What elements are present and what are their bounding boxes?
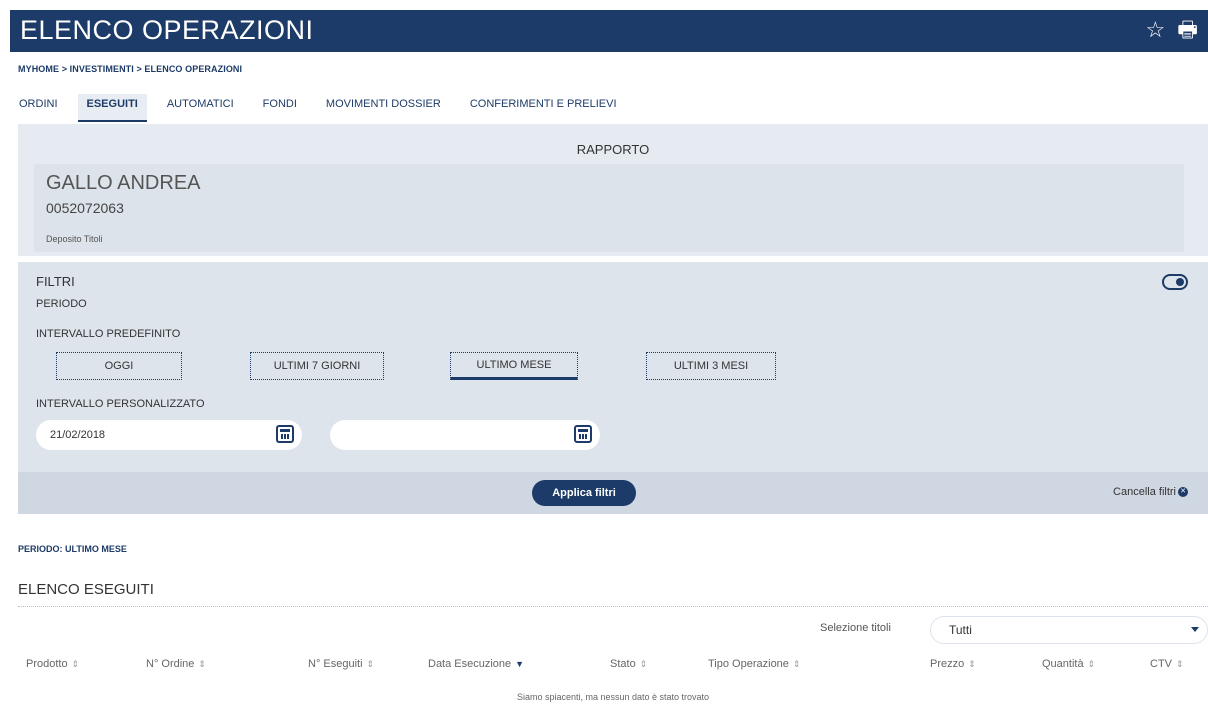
date-from-field[interactable]: 21/02/2018 [36, 420, 302, 450]
filters-title: FILTRI [36, 274, 75, 289]
tab-eseguiti[interactable]: ESEGUITI [77, 94, 147, 122]
chip-ultimi-3-mesi[interactable]: ULTIMI 3 MESI [646, 352, 776, 380]
chip-ultimo-mese[interactable]: ULTIMO MESE [450, 352, 578, 380]
apply-filters-button[interactable]: Applica filtri [532, 480, 636, 506]
column-label: N° Ordine [146, 658, 195, 670]
account-number: 0052072063 [46, 200, 124, 216]
filters-panel: FILTRI PERIODO INTERVALLO PREDEFINITO OG… [18, 262, 1208, 472]
sort-icon: ⇕ [71, 659, 80, 669]
column-label: Prodotto [26, 658, 68, 670]
print-icon[interactable]: 🖶 [1177, 18, 1198, 42]
selezione-titoli-label: Selezione titoli [820, 622, 891, 634]
page-title: ELENCO OPERAZIONI [20, 15, 314, 45]
tab-movimenti-dossier[interactable]: MOVIMENTI DOSSIER [317, 94, 450, 122]
calendar-icon[interactable] [574, 425, 592, 443]
column-label: CTV [1150, 658, 1172, 670]
periodo-label: PERIODO [36, 298, 87, 310]
intervallo-predefinito-label: INTERVALLO PREDEFINITO [36, 328, 181, 340]
rapporto-title: RAPPORTO [576, 142, 650, 157]
selezione-titoli-select[interactable]: Tutti [930, 616, 1208, 644]
empty-message: Siamo spiacenti, ma nessun dato è stato … [18, 684, 1208, 711]
column-numero-eseguiti[interactable]: N° Eseguiti ⇕ [308, 658, 374, 670]
close-icon: ✕ [1178, 487, 1188, 498]
filters-toggle[interactable] [1162, 274, 1188, 290]
tab-automatici[interactable]: AUTOMATICI [158, 94, 243, 122]
tab-fondi[interactable]: FONDI [254, 94, 306, 122]
column-label: Quantità [1042, 658, 1084, 670]
date-to-field[interactable] [330, 420, 600, 450]
table-header: Prodotto ⇕ N° Ordine ⇕ N° Eseguiti ⇕ Data E… [18, 658, 1208, 680]
star-icon[interactable]: ☆ [1145, 18, 1165, 42]
elenco-title: ELENCO ESEGUITI [18, 581, 154, 598]
sort-icon: ⇕ [366, 659, 375, 669]
account-holder-name: GALLO ANDREA [46, 172, 201, 194]
rapporto-card[interactable]: GALLO ANDREA 0052072063 Deposito Titoli [34, 164, 1184, 252]
column-label: Tipo Operazione [708, 658, 789, 670]
column-numero-ordine[interactable]: N° Ordine ⇕ [146, 658, 206, 670]
column-label: Data Esecuzione [428, 658, 512, 670]
tab-conferimenti-prelievi[interactable]: CONFERIMENTI E PRELIEVI [461, 94, 626, 122]
column-quantita[interactable]: Quantità ⇕ [1042, 658, 1095, 670]
column-stato[interactable]: Stato ⇕ [610, 658, 647, 670]
tab-bar: ORDINI ESEGUITI AUTOMATICI FONDI MOVIMEN… [10, 94, 1208, 122]
column-prodotto[interactable]: Prodotto ⇕ [26, 658, 79, 670]
column-tipo-operazione[interactable]: Tipo Operazione ⇕ [708, 658, 800, 670]
intervallo-personalizzato-label: INTERVALLO PERSONALIZZATO [36, 398, 205, 410]
selezione-titoli-value: Tutti [949, 623, 972, 637]
periodo-summary: PERIODO: ULTIMO MESE [18, 544, 127, 554]
sort-icon: ⇕ [1176, 659, 1184, 669]
sort-icon: ⇕ [198, 659, 206, 669]
column-ctv[interactable]: CTV ⇕ [1150, 658, 1184, 670]
column-label: Prezzo [930, 658, 965, 670]
cancel-filters-button[interactable]: Cancella filtri ✕ [1113, 486, 1188, 498]
sort-desc-icon: ▼ [515, 659, 525, 669]
chevron-down-icon [1191, 627, 1199, 632]
column-label: N° Eseguiti [308, 658, 363, 670]
header-actions: ☆ 🖶 [1145, 18, 1198, 42]
rapporto-section: RAPPORTO GALLO ANDREA 0052072063 Deposit… [18, 124, 1208, 256]
sort-icon: ⇕ [1087, 659, 1096, 669]
title-bar: ELENCO OPERAZIONI ☆ 🖶 [10, 10, 1208, 52]
sort-icon: ⇕ [968, 659, 976, 669]
calendar-icon[interactable] [276, 425, 294, 443]
cancel-filters-label: Cancella filtri [1113, 486, 1176, 498]
column-prezzo[interactable]: Prezzo ⇕ [930, 658, 976, 670]
sort-icon: ⇕ [792, 659, 801, 669]
chip-oggi[interactable]: OGGI [56, 352, 182, 380]
account-type: Deposito Titoli [46, 234, 103, 244]
breadcrumb: MYHOME > INVESTIMENTI > ELENCO OPERAZION… [18, 64, 243, 74]
column-label: Stato [610, 658, 636, 670]
column-data-esecuzione[interactable]: Data Esecuzione ▼ [428, 658, 524, 670]
apply-bar: Applica filtri Cancella filtri ✕ [18, 472, 1208, 514]
chip-ultimi-7-giorni[interactable]: ULTIMI 7 GIORNI [250, 352, 384, 380]
date-from-value: 21/02/2018 [50, 429, 106, 441]
divider [18, 606, 1208, 607]
tab-ordini[interactable]: ORDINI [10, 94, 67, 122]
sort-icon: ⇕ [639, 659, 648, 669]
